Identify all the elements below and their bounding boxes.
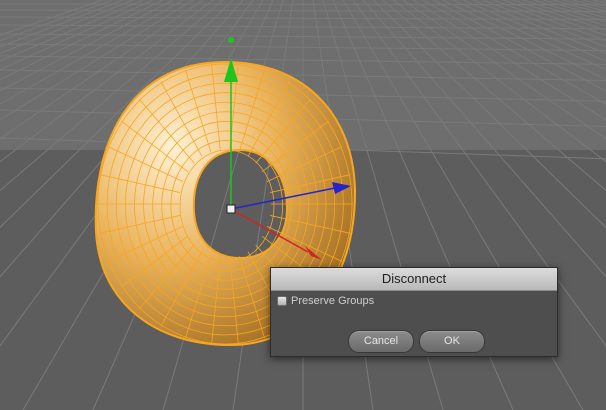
dialog-title: Disconnect: [271, 268, 557, 291]
disconnect-dialog: Disconnect Preserve Groups Cancel OK: [270, 267, 558, 357]
preserve-groups-option[interactable]: Preserve Groups: [277, 294, 374, 308]
gizmo-center-cube-icon[interactable]: [226, 204, 236, 214]
ok-button[interactable]: OK: [419, 330, 485, 353]
cancel-button[interactable]: Cancel: [348, 330, 414, 353]
preserve-groups-label[interactable]: Preserve Groups: [291, 295, 374, 307]
axis-y-handle[interactable]: [228, 37, 234, 43]
preserve-groups-checkbox[interactable]: [277, 296, 287, 306]
grid-line: [0, 3, 606, 6]
